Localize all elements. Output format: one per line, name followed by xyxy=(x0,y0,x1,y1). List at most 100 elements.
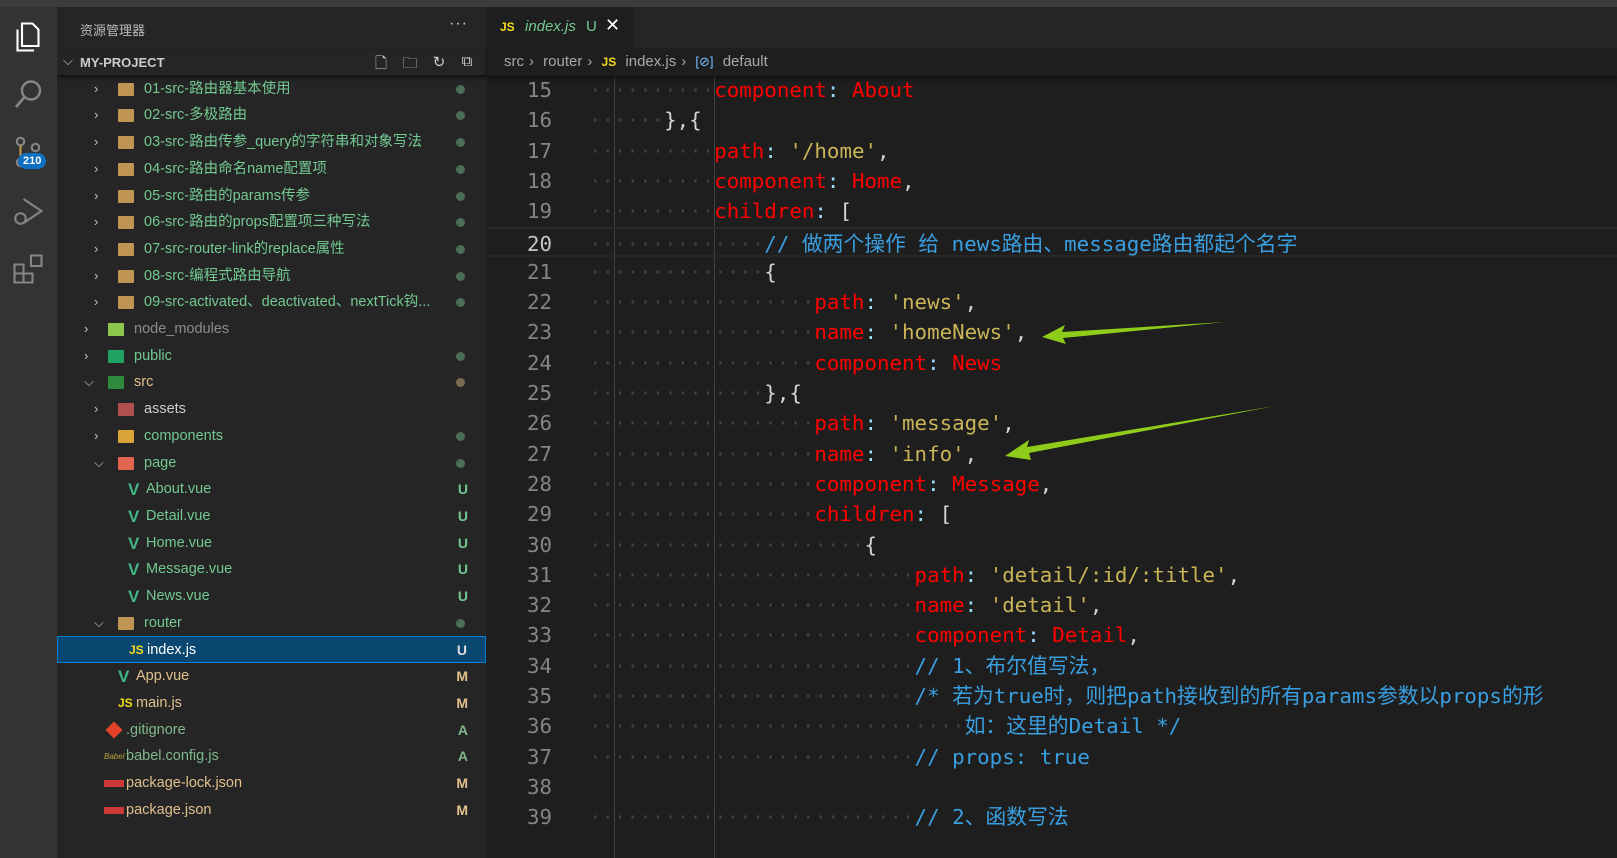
code-token: , xyxy=(964,441,978,466)
indent-whitespace: ·················· xyxy=(589,350,815,375)
code-token: component xyxy=(914,623,1028,648)
chevron-right-icon[interactable]: › xyxy=(94,183,98,210)
folder-icon xyxy=(118,162,134,176)
breadcrumb-file[interactable]: index.js xyxy=(625,53,676,70)
git-status-dot xyxy=(456,271,465,281)
git-status-dot xyxy=(456,618,465,628)
tree-item-label: router xyxy=(144,614,182,631)
chevron-right-icon[interactable]: › xyxy=(94,263,98,290)
tree-item[interactable]: › 07-src-router-link的replace属性 xyxy=(57,236,486,263)
tree-item[interactable]: › 06-src-路由的props配置项三种写法 xyxy=(57,209,486,236)
indent-whitespace: ·················· xyxy=(589,290,815,315)
tree-item[interactable]: package.json M xyxy=(57,797,486,824)
indent-whitespace: ·········· xyxy=(589,199,715,224)
run-debug-icon[interactable] xyxy=(10,193,46,229)
git-status-dot xyxy=(456,138,465,148)
tree-item[interactable]: ⌵ page xyxy=(57,450,486,477)
tree-item[interactable]: › 04-src-路由命名name配置项 xyxy=(57,156,486,183)
code-token: , xyxy=(1227,562,1241,587)
close-icon[interactable]: ✕ xyxy=(605,15,620,36)
vue-file-icon: V xyxy=(118,667,130,687)
indent-whitespace: ······················ xyxy=(589,532,865,557)
tree-item-label: App.vue xyxy=(136,668,190,685)
tree-item[interactable]: V Detail.vue U xyxy=(57,503,486,530)
tree-item[interactable]: V Home.vue U xyxy=(57,530,486,557)
chevron-right-icon[interactable]: › xyxy=(94,396,98,423)
chevron-right-icon[interactable]: › xyxy=(84,316,88,343)
tree-item[interactable]: V App.vue M xyxy=(57,663,486,690)
chevron-right-icon[interactable]: › xyxy=(94,76,98,103)
tree-item[interactable]: › components xyxy=(57,423,486,450)
tree-item[interactable]: JS index.js U xyxy=(57,636,486,664)
tree-item[interactable]: V Message.vue U xyxy=(57,556,486,583)
line-number: 22 xyxy=(526,290,552,315)
line-number: 27 xyxy=(526,441,552,466)
line-number: 38 xyxy=(526,774,552,799)
line-number: 19 xyxy=(526,199,552,224)
indent-whitespace: ·················· xyxy=(589,320,815,345)
tree-item[interactable]: › 02-src-多极路由 xyxy=(57,102,486,129)
code-token: , xyxy=(1002,411,1015,436)
extensions-icon[interactable] xyxy=(10,251,46,287)
tree-item-label: package-lock.json xyxy=(126,774,243,791)
line-number: 18 xyxy=(526,168,552,193)
tree-item[interactable]: › assets xyxy=(57,396,486,423)
chevron-down-icon[interactable]: ⌵ xyxy=(84,369,94,396)
tree-item[interactable]: V About.vue U xyxy=(57,476,486,503)
tree-item[interactable]: .gitignore A xyxy=(57,717,486,744)
breadcrumb-symbol[interactable]: default xyxy=(723,53,768,70)
chevron-right-icon[interactable]: › xyxy=(84,343,88,370)
breadcrumb-router[interactable]: router xyxy=(543,53,582,70)
git-status-dot xyxy=(456,191,465,201)
code-token: { xyxy=(864,532,877,557)
tree-item[interactable]: › 08-src-编程式路由导航 xyxy=(57,263,486,290)
chevron-down-icon[interactable]: ⌵ xyxy=(94,450,104,477)
code-token: , xyxy=(877,138,890,163)
chevron-right-icon[interactable]: › xyxy=(94,102,98,129)
tree-item-label: News.vue xyxy=(146,588,210,604)
search-icon[interactable] xyxy=(10,77,46,113)
tree-item[interactable]: › 09-src-activated、deactivated、nextTick钩.… xyxy=(57,289,486,316)
tree-item[interactable]: › public xyxy=(57,343,486,370)
chevron-down-icon[interactable]: ⌵ xyxy=(94,610,104,637)
tree-item[interactable]: ⌵ router xyxy=(57,610,486,637)
tree-item-label: src xyxy=(134,374,154,391)
tree-item[interactable]: Babel babel.config.js A xyxy=(57,743,486,770)
tree-item[interactable]: › 03-src-路由传参_query的字符串和对象写法 xyxy=(57,129,486,156)
chevron-right-icon[interactable]: › xyxy=(94,156,98,183)
chevron-right-icon[interactable]: › xyxy=(94,236,98,263)
chevron-right-icon[interactable]: › xyxy=(94,209,98,236)
folder-icon xyxy=(118,296,134,310)
tree-item[interactable]: › 05-src-路由的params传参 xyxy=(57,183,486,210)
breadcrumb-src[interactable]: src xyxy=(504,53,524,70)
code-token: 'detail' xyxy=(989,593,1090,618)
tree-item-label: Home.vue xyxy=(146,534,213,551)
tree-item[interactable]: › node_modules xyxy=(57,316,486,343)
chevron-right-icon[interactable]: › xyxy=(94,129,98,156)
tree-item[interactable]: package-lock.json M xyxy=(57,770,486,797)
code-editor[interactable]: 15 ··········component: About 16 ······},{1… xyxy=(487,76,1617,858)
tree-item[interactable]: ⌵ src xyxy=(57,369,486,396)
indent-whitespace: ·········· xyxy=(589,138,715,163)
refresh-icon[interactable]: ↻ xyxy=(429,53,449,73)
line-number: 23 xyxy=(526,320,552,345)
line-number: 15 xyxy=(526,78,552,102)
project-header[interactable]: ⌵ MY-PROJECT 🗋 🗀 ↻ ⧉ xyxy=(57,51,486,75)
files-icon[interactable] xyxy=(10,19,46,55)
new-file-icon[interactable]: 🗋 xyxy=(371,53,391,73)
tree-item[interactable]: V News.vue U xyxy=(57,583,486,610)
code-line: 16 ······},{ xyxy=(487,105,1617,135)
new-folder-icon[interactable]: 🗀 xyxy=(400,53,420,73)
more-actions-button[interactable]: ··· xyxy=(449,15,468,33)
code-line: 19 ··········children: [ xyxy=(487,196,1617,226)
collapse-all-icon[interactable]: ⧉ xyxy=(457,53,477,73)
tree-item[interactable]: JS main.js M xyxy=(57,690,486,717)
code-token: name xyxy=(814,441,865,466)
chevron-right-icon[interactable]: › xyxy=(94,423,98,450)
folder-icon xyxy=(108,349,124,363)
code-token: Home xyxy=(851,168,903,193)
tab-index-js[interactable]: JS index.js U ✕ xyxy=(487,7,633,48)
tree-item[interactable]: › 01-src-路由器基本使用 xyxy=(57,76,486,103)
code-token: : xyxy=(814,199,840,224)
chevron-right-icon[interactable]: › xyxy=(94,289,98,316)
